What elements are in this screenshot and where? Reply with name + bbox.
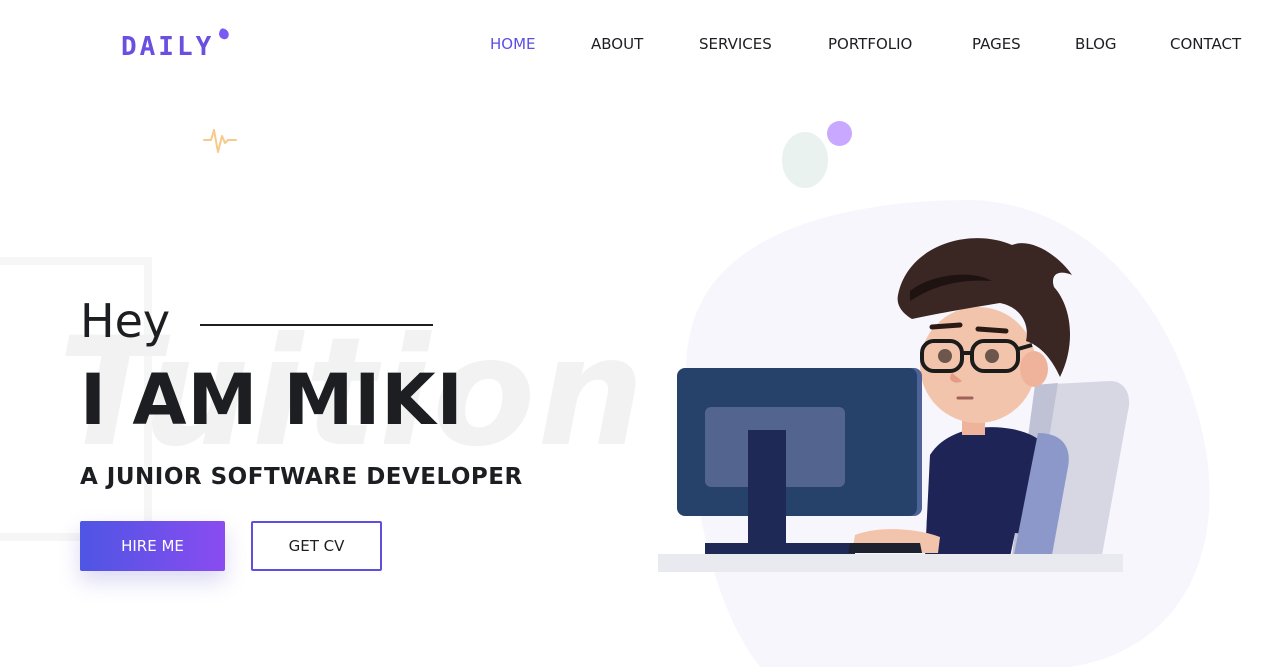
nav-item-about[interactable]: ABOUT (591, 34, 643, 54)
main-nav: HOME ABOUT SERVICES PORTFOLIO PAGES BLOG… (0, 34, 1286, 56)
pulse-line-icon (203, 129, 237, 153)
hire-me-button[interactable]: HIRE ME (80, 521, 225, 571)
greeting-text: Hey (80, 294, 171, 348)
purple-bubble-decoration (827, 121, 852, 146)
nav-item-portfolio[interactable]: PORTFOLIO (828, 34, 912, 54)
desk (658, 554, 1123, 572)
get-cv-button[interactable]: GET CV (251, 521, 382, 571)
greeting-underline (200, 324, 433, 326)
nav-item-pages[interactable]: PAGES (972, 34, 1021, 54)
hero-role-subtitle: A JUNIOR SOFTWARE DEVELOPER (80, 464, 523, 490)
nav-item-contact[interactable]: CONTACT (1170, 34, 1241, 54)
mint-bubble-decoration (782, 132, 828, 188)
developer-illustration (658, 200, 1210, 667)
nav-item-services[interactable]: SERVICES (699, 34, 772, 54)
nav-item-home[interactable]: HOME (490, 34, 536, 54)
ear (1020, 351, 1048, 387)
keyboard (848, 543, 922, 553)
hero-name-heading: I AM MIKI (80, 359, 464, 441)
monitor-base (705, 543, 855, 555)
nav-item-blog[interactable]: BLOG (1075, 34, 1117, 54)
monitor-stand (748, 430, 786, 545)
